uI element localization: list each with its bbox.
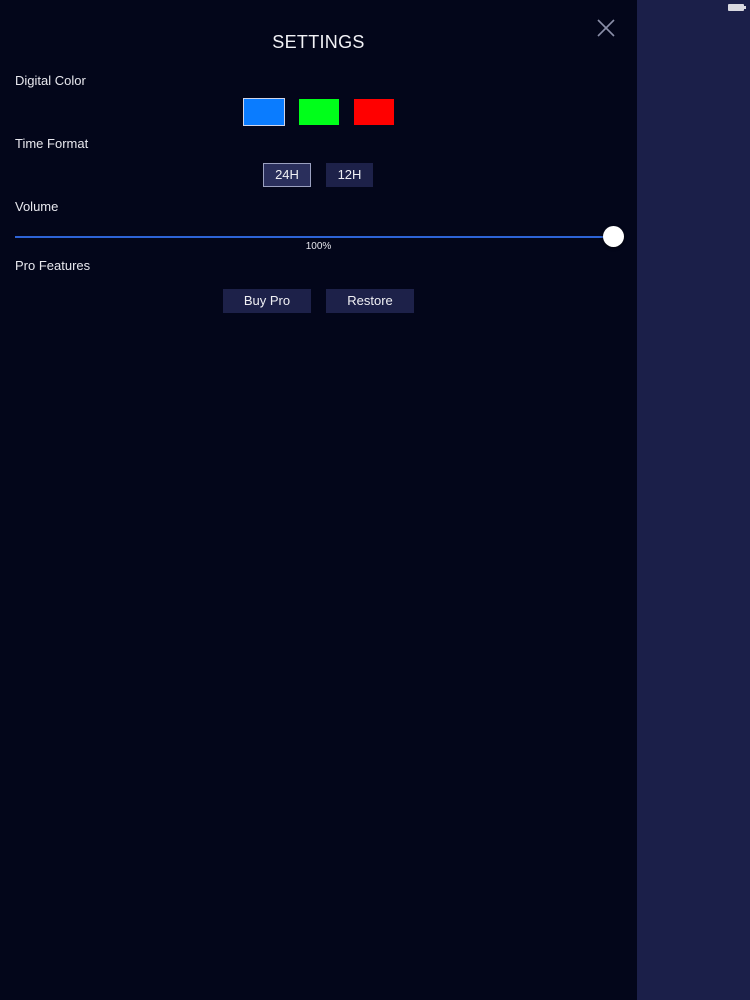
background-side-panel (637, 0, 750, 1000)
color-swatch-green[interactable] (299, 99, 339, 125)
color-swatch-red[interactable] (354, 99, 394, 125)
buy-pro-button[interactable]: Buy Pro (223, 289, 311, 313)
volume-label: Volume (15, 199, 59, 214)
pro-features-label: Pro Features (15, 258, 91, 273)
digital-color-label: Digital Color (15, 73, 86, 88)
time-format-12h-button[interactable]: 12H (326, 163, 373, 187)
settings-panel: SETTINGS Digital Color Time Format 24H 1… (0, 0, 637, 1000)
volume-slider-track[interactable] (15, 236, 613, 238)
volume-value: 100% (305, 241, 332, 252)
volume-slider-fill (15, 236, 613, 238)
page-title: SETTINGS (272, 32, 365, 52)
battery-icon (728, 4, 746, 11)
close-button[interactable] (592, 14, 620, 42)
restore-button[interactable]: Restore (326, 289, 414, 313)
close-icon (597, 19, 615, 37)
screen: SETTINGS Digital Color Time Format 24H 1… (0, 0, 750, 1000)
time-format-label: Time Format (15, 136, 89, 151)
color-swatch-blue[interactable] (243, 98, 285, 126)
time-format-24h-button[interactable]: 24H (263, 163, 311, 187)
